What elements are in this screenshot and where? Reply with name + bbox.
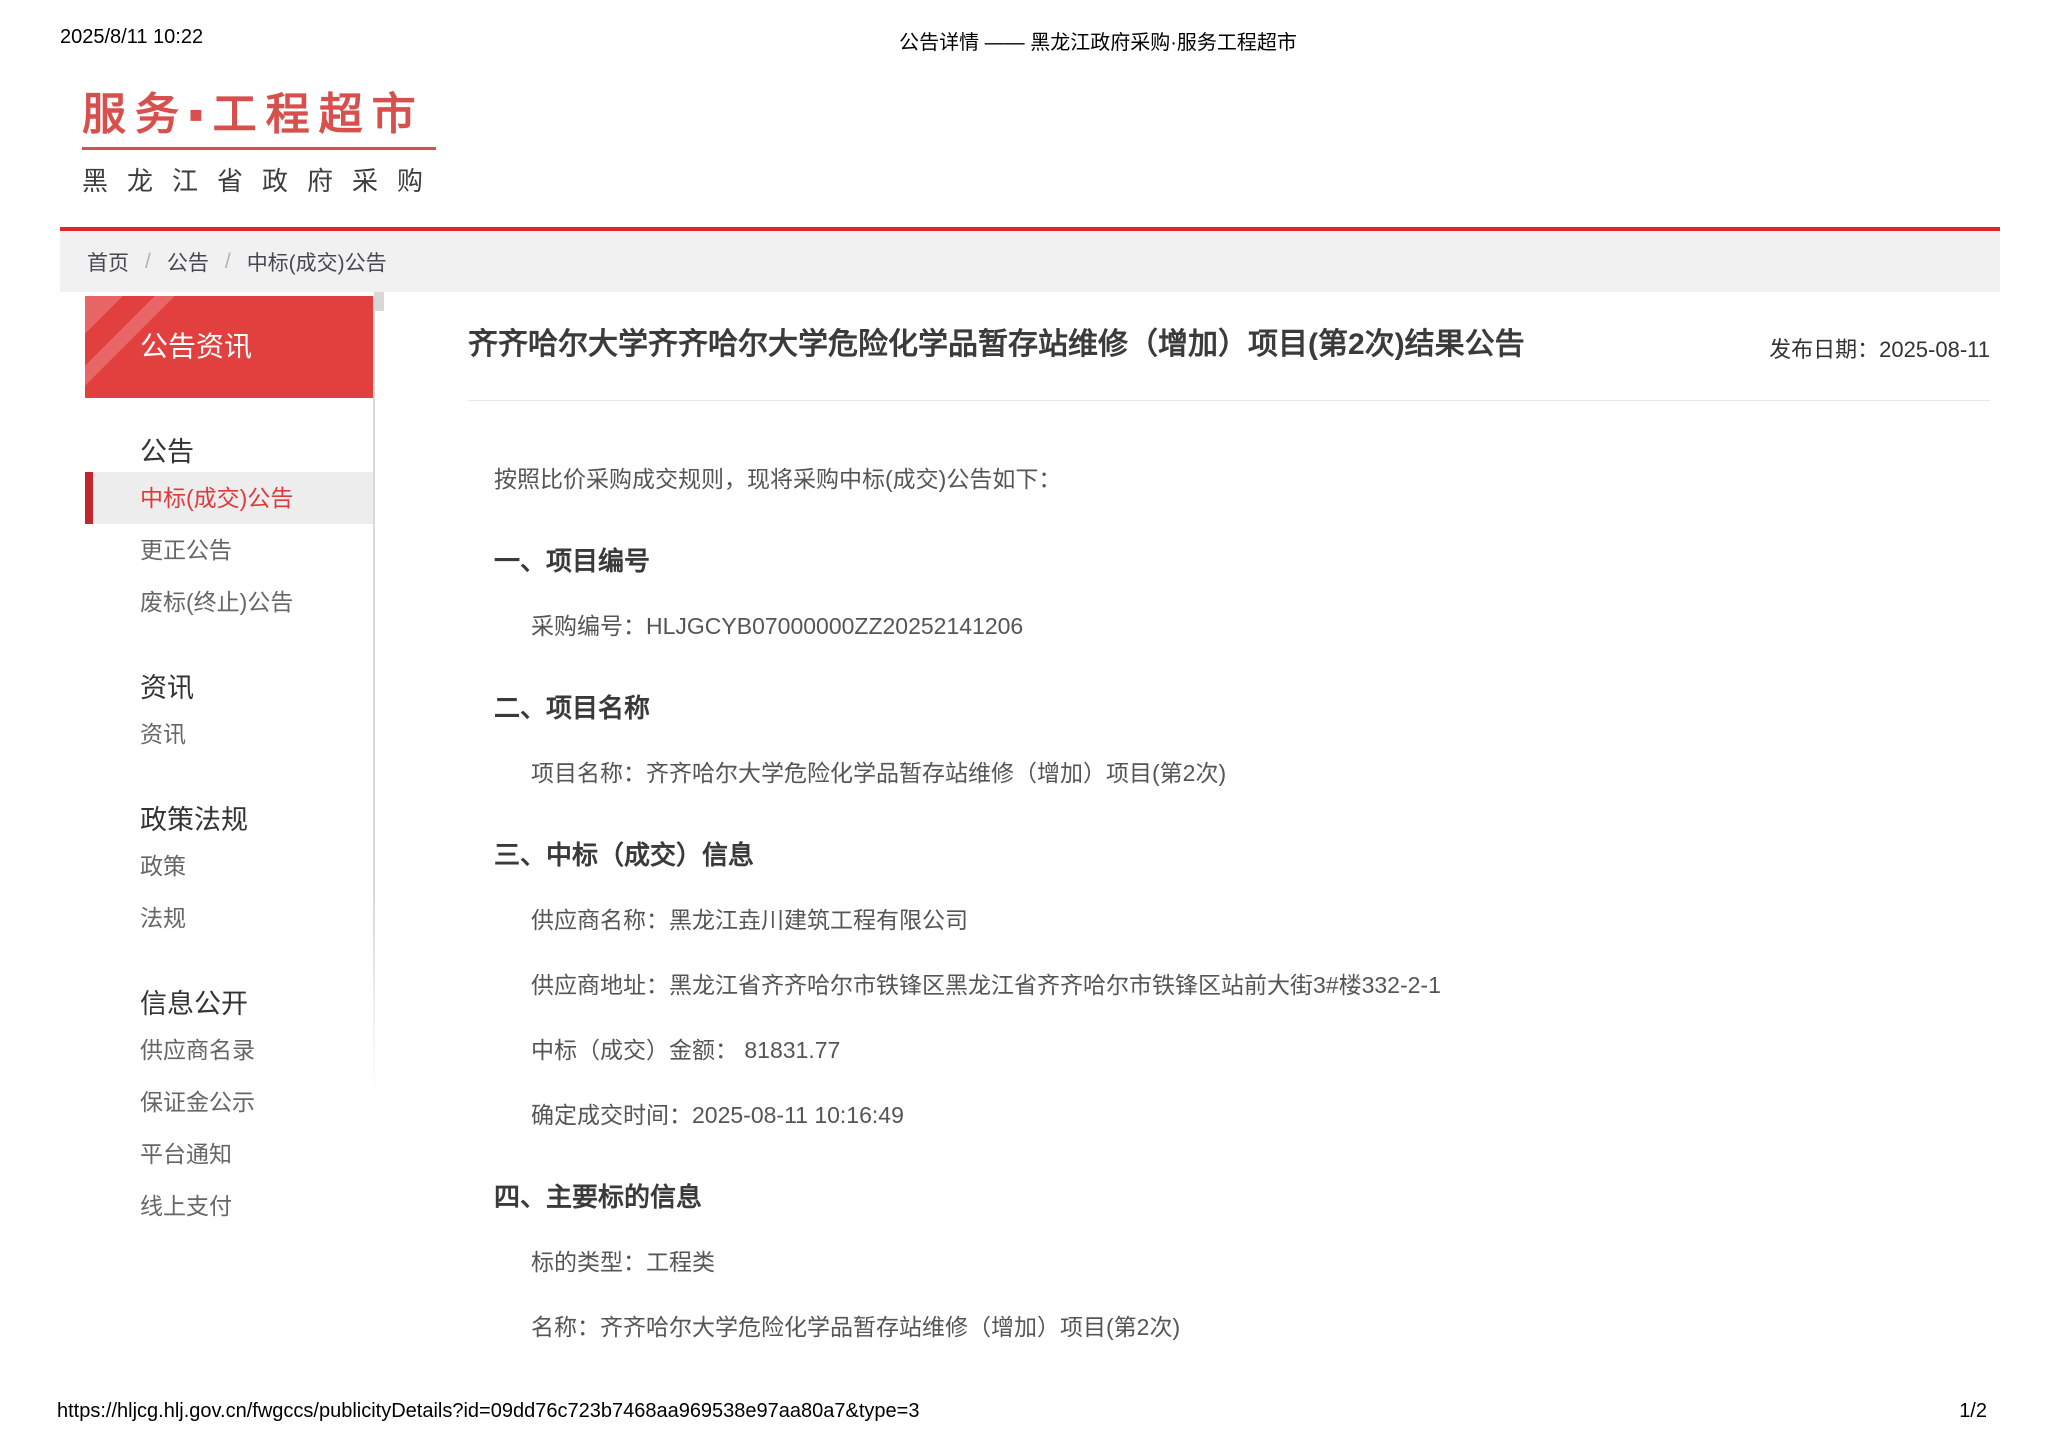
scrollbar-artifact xyxy=(374,292,384,311)
sidebar-content-divider xyxy=(373,296,375,1096)
section-heading-award-info: 三、中标（成交）信息 xyxy=(494,840,755,870)
detail-award-amount: 中标（成交）金额： 81831.77 xyxy=(531,1037,841,1063)
sidebar-group-disclosure: 信息公开 供应商名录 保证金公示 平台通知 线上支付 xyxy=(85,984,374,1232)
announcement-detail: 齐齐哈尔大学齐齐哈尔大学危险化学品暂存站维修（增加）项目(第2次)结果公告 发布… xyxy=(468,296,1990,1343)
detail-subject-name: 名称：齐齐哈尔大学危险化学品暂存站维修（增加）项目(第2次) xyxy=(531,1314,1181,1340)
breadcrumb-announcements[interactable]: 公告 xyxy=(167,247,209,277)
detail-supplier-name: 供应商名称：黑龙江垚川建筑工程有限公司 xyxy=(531,907,968,933)
print-page-number: 1/2 xyxy=(1959,1400,1987,1422)
article-intro: 按照比价采购成交规则，现将采购中标(成交)公告如下： xyxy=(494,466,1062,492)
print-source-url: https://hljcg.hlj.gov.cn/fwgccs/publicit… xyxy=(57,1400,920,1422)
detail-project-name: 项目名称：齐齐哈尔大学危险化学品暂存站维修（增加）项目(第2次) xyxy=(531,760,1227,786)
sidebar-item-platform-notices[interactable]: 平台通知 xyxy=(85,1128,374,1180)
sidebar-group-header-disclosure: 信息公开 xyxy=(140,989,248,1019)
detail-award-time: 确定成交时间：2025-08-11 10:16:49 xyxy=(531,1102,904,1128)
sidebar-item-regulations[interactable]: 法规 xyxy=(85,892,374,944)
article-title: 齐齐哈尔大学齐齐哈尔大学危险化学品暂存站维修（增加）项目(第2次)结果公告 xyxy=(468,328,1525,361)
logo-underline xyxy=(82,147,436,151)
site-logo-subtitle: 黑龙江省政府采购 xyxy=(82,166,443,197)
sidebar-group-header-announcements: 公告 xyxy=(140,437,194,467)
sidebar-group-header-news: 资讯 xyxy=(140,673,194,703)
breadcrumb-home[interactable]: 首页 xyxy=(87,247,129,277)
section-heading-subject-info: 四、主要标的信息 xyxy=(494,1182,703,1212)
section-heading-project-number: 一、项目编号 xyxy=(494,546,651,576)
article-title-row: 齐齐哈尔大学齐齐哈尔大学危险化学品暂存站维修（增加）项目(第2次)结果公告 发布… xyxy=(468,296,1990,401)
print-page-title: 公告详情 —— 黑龙江政府采购·服务工程超市 xyxy=(899,32,1297,54)
sidebar-item-correction-announcements[interactable]: 更正公告 xyxy=(85,524,374,576)
sidebar-item-award-announcements[interactable]: 中标(成交)公告 xyxy=(85,472,374,524)
publish-date: 发布日期：2025-08-11 xyxy=(1769,337,1990,362)
sidebar-item-deposit-publicity[interactable]: 保证金公示 xyxy=(85,1076,374,1128)
breadcrumb-separator: / xyxy=(145,249,151,273)
sidebar-item-cancel-announcements[interactable]: 废标(终止)公告 xyxy=(85,576,374,628)
sidebar-group-policy: 政策法规 政策 法规 xyxy=(85,800,374,944)
detail-procurement-number: 采购编号：HLJGCYB07000000ZZ20252141206 xyxy=(531,613,1024,639)
detail-subject-type: 标的类型：工程类 xyxy=(531,1249,715,1275)
sidebar-item-policy[interactable]: 政策 xyxy=(85,840,374,892)
sidebar-item-online-payment[interactable]: 线上支付 xyxy=(85,1180,374,1232)
section-heading-project-name: 二、项目名称 xyxy=(494,693,651,723)
sidebar-panel-title: 公告资讯 xyxy=(85,296,374,398)
breadcrumb-award-announcements[interactable]: 中标(成交)公告 xyxy=(247,247,387,277)
detail-supplier-address: 供应商地址：黑龙江省齐齐哈尔市铁锋区黑龙江省齐齐哈尔市铁锋区站前大街3#楼332… xyxy=(531,972,1441,998)
sidebar-item-supplier-directory[interactable]: 供应商名录 xyxy=(85,1024,374,1076)
sidebar-item-news[interactable]: 资讯 xyxy=(85,708,374,760)
sidebar-group-header-policy: 政策法规 xyxy=(140,805,248,835)
breadcrumb: 首页 / 公告 / 中标(成交)公告 xyxy=(60,231,2000,292)
sidebar-group-news: 资讯 资讯 xyxy=(85,668,374,760)
breadcrumb-separator: / xyxy=(224,249,231,273)
sidebar-nav: 公告资讯 公告 中标(成交)公告 更正公告 废标(终止)公告 资讯 资讯 政策法… xyxy=(85,296,374,1232)
sidebar-group-announcements: 公告 中标(成交)公告 更正公告 废标(终止)公告 xyxy=(85,432,374,628)
site-logo-main: 服务▪工程超市 xyxy=(82,90,425,139)
site-logo[interactable]: 服务▪工程超市 黑龙江省政府采购 xyxy=(82,86,442,198)
